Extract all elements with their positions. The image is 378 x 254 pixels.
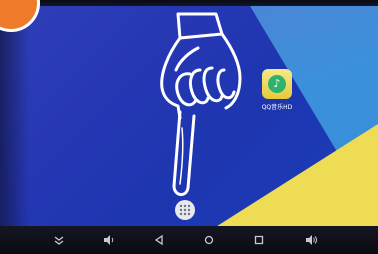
app-drawer-button[interactable] [175,200,195,220]
chevron-collapse-icon [54,236,64,245]
pointing-hand-icon [160,12,242,196]
recents-button[interactable] [248,230,270,250]
back-icon [154,234,163,246]
recents-icon [254,235,264,245]
app-grid-icon [179,204,191,216]
collapse-button[interactable] [48,230,70,250]
music-note-icon: ♪ [268,75,286,93]
volume-up-button[interactable] [300,230,322,250]
tablet-screen-frame: ♪ QQ音乐HD [0,0,378,254]
volume-down-icon [104,235,114,245]
system-navigation-bar [0,226,378,254]
qq-music-app-icon[interactable]: ♪ [262,69,292,99]
back-button[interactable] [148,230,170,250]
home-screen-wallpaper: ♪ QQ音乐HD [0,6,378,228]
volume-up-icon [306,235,317,245]
wallpaper-shadow [0,6,30,228]
volume-down-button[interactable] [98,230,120,250]
home-button[interactable] [198,230,220,250]
home-icon [204,235,214,245]
app-label: QQ音乐HD [261,104,293,111]
